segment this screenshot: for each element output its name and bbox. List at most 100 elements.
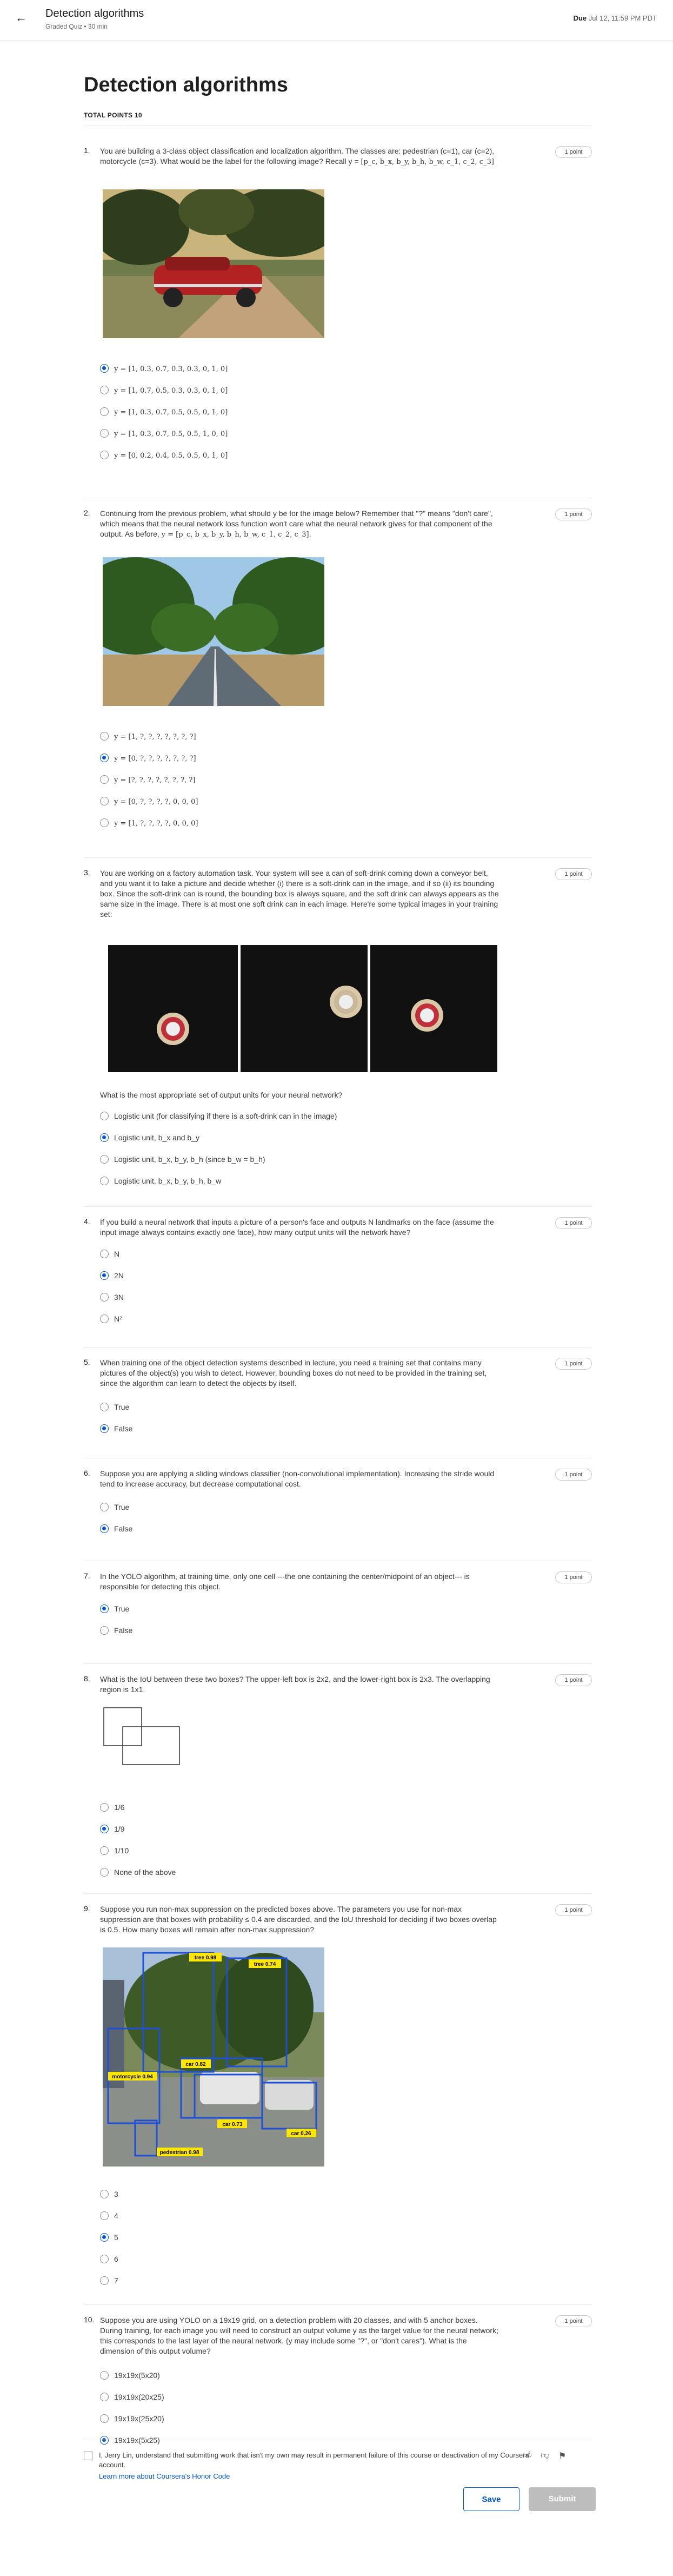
- option[interactable]: 1/9: [100, 1823, 124, 1835]
- option[interactable]: True: [100, 1501, 129, 1513]
- radio-icon[interactable]: [100, 1868, 109, 1877]
- option[interactable]: False: [100, 1624, 132, 1636]
- radio-icon[interactable]: [100, 407, 109, 417]
- radio-icon[interactable]: [100, 1626, 109, 1635]
- option[interactable]: 19x19x(25x20): [100, 2413, 164, 2425]
- option[interactable]: y = [1, 0.3, 0.7, 0.5, 0.5, 0, 1, 0]: [100, 406, 228, 418]
- question-text: Suppose you are applying a sliding windo…: [100, 1469, 495, 1488]
- radio-icon[interactable]: [100, 1293, 109, 1302]
- radio-icon[interactable]: [100, 1112, 109, 1121]
- radio-icon[interactable]: [100, 2255, 109, 2264]
- option[interactable]: 1/6: [100, 1801, 124, 1813]
- option[interactable]: N²: [100, 1313, 122, 1325]
- option[interactable]: 4: [100, 2210, 118, 2222]
- divider: [84, 1663, 592, 1664]
- option[interactable]: 19x19x(20x25): [100, 2391, 164, 2403]
- option[interactable]: y = [1, 0.3, 0.7, 0.3, 0.3, 0, 1, 0]: [100, 362, 228, 374]
- radio-icon[interactable]: [100, 797, 109, 806]
- radio-icon[interactable]: [100, 2393, 109, 2402]
- option[interactable]: 3: [100, 2188, 118, 2200]
- radio-selected-icon[interactable]: [100, 2436, 109, 2445]
- option[interactable]: None of the above: [100, 1866, 176, 1878]
- radio-icon[interactable]: [100, 1315, 109, 1324]
- option[interactable]: 19x19x(5x20): [100, 2369, 160, 2381]
- thumbs-up-icon[interactable]: 👍︎: [523, 2450, 532, 2461]
- question-number: 8.: [84, 1674, 90, 1683]
- radio-selected-icon[interactable]: [100, 1424, 109, 1434]
- option[interactable]: Logistic unit, b_x, b_y, b_h, b_w: [100, 1175, 221, 1187]
- option[interactable]: 1/10: [100, 1845, 129, 1857]
- radio-icon[interactable]: [100, 429, 109, 438]
- flag-icon[interactable]: ⚑: [558, 2450, 566, 2461]
- option[interactable]: y = [0, ?, ?, ?, ?, 0, 0, 0]: [100, 795, 198, 807]
- radio-selected-icon[interactable]: [100, 364, 109, 373]
- question-number: 5.: [84, 1358, 90, 1366]
- radio-icon[interactable]: [100, 2414, 109, 2423]
- question-number: 4.: [84, 1217, 90, 1226]
- radio-selected-icon[interactable]: [100, 1133, 109, 1142]
- radio-selected-icon[interactable]: [100, 754, 109, 763]
- thumbs-down-icon[interactable]: 👎︎: [541, 2450, 549, 2461]
- radio-icon[interactable]: [100, 1155, 109, 1164]
- submit-button[interactable]: Submit: [529, 2487, 596, 2511]
- radio-icon[interactable]: [100, 2211, 109, 2221]
- radio-icon[interactable]: [100, 1403, 109, 1412]
- option[interactable]: 6: [100, 2253, 118, 2265]
- radio-selected-icon[interactable]: [100, 1825, 109, 1834]
- points-badge: 1 point: [555, 1469, 592, 1481]
- radio-icon[interactable]: [100, 1177, 109, 1186]
- question-text: Continuing from the previous problem, wh…: [100, 509, 493, 539]
- question-number: 3.: [84, 868, 90, 877]
- radio-selected-icon[interactable]: [100, 2233, 109, 2242]
- option[interactable]: Logistic unit (for classifying if there …: [100, 1110, 337, 1122]
- question-text: Suppose you are using YOLO on a 19x19 gr…: [100, 2316, 498, 2355]
- radio-icon[interactable]: [100, 1803, 109, 1812]
- radio-selected-icon[interactable]: [100, 1271, 109, 1280]
- points-badge: 1 point: [555, 868, 592, 880]
- option[interactable]: y = [1, 0.3, 0.7, 0.5, 0.5, 1, 0, 0]: [100, 427, 228, 439]
- radio-selected-icon[interactable]: [100, 1524, 109, 1534]
- points-badge: 1 point: [555, 1904, 592, 1916]
- radio-icon[interactable]: [100, 451, 109, 460]
- option[interactable]: True: [100, 1401, 129, 1413]
- option[interactable]: True: [100, 1603, 129, 1615]
- honor-code-link[interactable]: Learn more about Coursera's Honor Code: [99, 2472, 230, 2480]
- option[interactable]: y = [1, ?, ?, ?, ?, ?, ?, ?]: [100, 730, 196, 742]
- option[interactable]: Logistic unit, b_x, b_y, b_h (since b_w …: [100, 1153, 265, 1165]
- option[interactable]: False: [100, 1423, 132, 1435]
- radio-icon[interactable]: [100, 732, 109, 741]
- radio-icon[interactable]: [100, 1250, 109, 1259]
- points-badge: 1 point: [555, 1217, 592, 1229]
- radio-icon[interactable]: [100, 818, 109, 828]
- back-arrow-icon[interactable]: ←: [15, 11, 27, 25]
- option[interactable]: Logistic unit, b_x and b_y: [100, 1132, 199, 1144]
- option[interactable]: 2N: [100, 1270, 124, 1282]
- radio-icon[interactable]: [100, 386, 109, 395]
- option[interactable]: y = [0, 0.2, 0.4, 0.5, 0.5, 0, 1, 0]: [100, 449, 228, 461]
- option[interactable]: 19x19x(5x25): [100, 2434, 160, 2446]
- page-title: Detection algorithms: [84, 74, 288, 96]
- option[interactable]: y = [0, ?, ?, ?, ?, ?, ?, ?]: [100, 752, 196, 764]
- option[interactable]: False: [100, 1523, 132, 1535]
- question-text: In the YOLO algorithm, at training time,…: [100, 1572, 470, 1591]
- radio-selected-icon[interactable]: [100, 1604, 109, 1614]
- option[interactable]: N: [100, 1248, 119, 1260]
- radio-icon[interactable]: [100, 2190, 109, 2199]
- option[interactable]: y = [1, ?, ?, ?, ?, 0, 0, 0]: [100, 817, 198, 829]
- honor-checkbox[interactable]: [84, 2452, 92, 2460]
- radio-icon[interactable]: [100, 1503, 109, 1512]
- radio-icon[interactable]: [100, 2276, 109, 2286]
- option[interactable]: y = [?, ?, ?, ?, ?, ?, ?, ?]: [100, 774, 195, 785]
- divider: [84, 1893, 592, 1894]
- option[interactable]: 7: [100, 2275, 118, 2287]
- question-text: If you build a neural network that input…: [100, 1218, 494, 1237]
- option[interactable]: y = [1, 0.7, 0.5, 0.3, 0.3, 0, 1, 0]: [100, 384, 228, 396]
- honor-text: I, Jerry Lin, understand that submitting…: [99, 2451, 529, 2469]
- option[interactable]: 3N: [100, 1291, 124, 1303]
- tree-road-image: [103, 557, 324, 706]
- save-button[interactable]: Save: [463, 2487, 519, 2511]
- option[interactable]: 5: [100, 2231, 118, 2243]
- radio-icon[interactable]: [100, 775, 109, 784]
- radio-icon[interactable]: [100, 2371, 109, 2380]
- radio-icon[interactable]: [100, 1846, 109, 1855]
